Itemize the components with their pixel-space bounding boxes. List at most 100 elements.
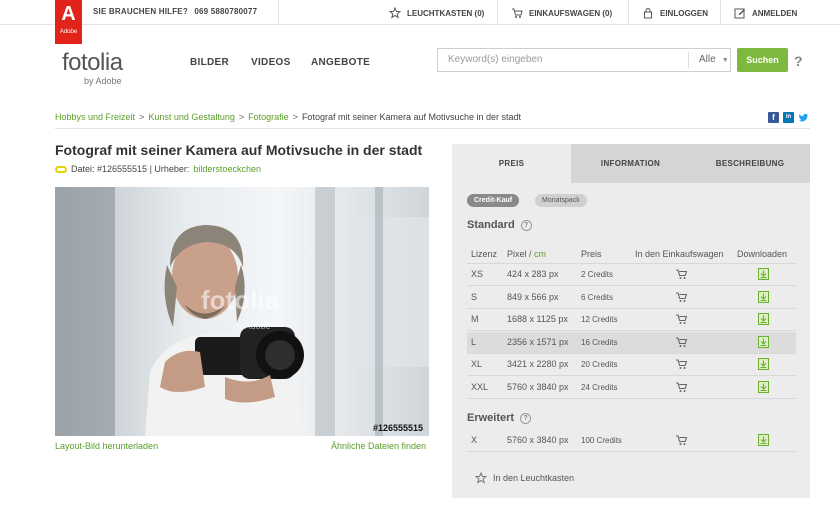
facebook-icon[interactable]: f bbox=[768, 112, 779, 123]
extended-section-title: Erweitert ? bbox=[467, 412, 532, 424]
lightbox-label: LEUCHTKASTEN (0) bbox=[407, 8, 485, 18]
row-license: M bbox=[471, 314, 479, 324]
search-input[interactable] bbox=[448, 54, 678, 65]
breadcrumb-item-hobbys[interactable]: Hobbys und Freizeit bbox=[55, 112, 135, 122]
register-link[interactable]: ANMELDEN bbox=[734, 7, 797, 19]
header-cart: In den Einkaufswagen bbox=[635, 249, 724, 259]
layout-download-link[interactable]: Layout-Bild herunterladen bbox=[55, 441, 158, 451]
standard-label: Standard bbox=[467, 219, 515, 231]
download-icon[interactable] bbox=[758, 313, 769, 325]
row-price: 16 Credits bbox=[581, 337, 618, 347]
pricing-row: X 5760 x 3840 px 100 Credits bbox=[467, 430, 796, 452]
brand-by: by Adobe bbox=[84, 76, 122, 86]
adobe-logo-letter: A bbox=[61, 3, 76, 25]
add-to-cart-icon[interactable] bbox=[675, 268, 688, 280]
pricing-row: M 1688 x 1125 px 12 Credits bbox=[467, 309, 796, 331]
extended-label: Erweitert bbox=[467, 412, 515, 424]
help-icon[interactable]: ? bbox=[520, 412, 532, 424]
edit-icon bbox=[734, 8, 745, 19]
help-line: SIE BRAUCHEN HILFE? 069 5880780077 bbox=[93, 7, 257, 16]
fotolia-logo[interactable]: fotolia by Adobe bbox=[62, 49, 123, 87]
row-price: 6 Credits bbox=[581, 292, 614, 302]
credit-kauf-pill[interactable]: Credit-Kauf bbox=[467, 194, 520, 207]
divider bbox=[497, 0, 498, 25]
row-size: 3421 x 2280 px bbox=[507, 359, 569, 369]
chevron-down-icon: ▼ bbox=[721, 57, 729, 64]
row-price: 24 Credits bbox=[581, 382, 618, 392]
cart-label: EINKAUFSWAGEN (0) bbox=[529, 8, 613, 18]
download-icon[interactable] bbox=[758, 290, 769, 303]
lightbox-link[interactable]: LEUCHTKASTEN (0) bbox=[389, 7, 484, 19]
add-to-cart-icon[interactable] bbox=[675, 336, 688, 348]
header-download: Downloaden bbox=[737, 249, 788, 259]
row-price: 2 Credits bbox=[581, 270, 614, 279]
nav-bilder[interactable]: BILDER bbox=[190, 57, 229, 68]
monatspack-pill[interactable]: Monatspack bbox=[535, 194, 587, 207]
similar-files-link[interactable]: Ähnliche Dateien finden bbox=[331, 441, 426, 451]
breadcrumb-item-kunst[interactable]: Kunst und Gestaltung bbox=[148, 112, 235, 122]
header-slash: / bbox=[526, 249, 535, 259]
tab-information[interactable]: INFORMATION bbox=[571, 144, 690, 183]
row-license: X bbox=[471, 435, 478, 445]
lightbox-link-label: In den Leuchtkasten bbox=[493, 473, 575, 483]
help-icon[interactable]: ? bbox=[794, 53, 803, 69]
nav-videos[interactable]: VIDEOS bbox=[251, 57, 291, 68]
download-icon[interactable] bbox=[758, 268, 769, 280]
tab-beschreibung[interactable]: BESCHREIBUNG bbox=[690, 144, 810, 183]
row-size: 1688 x 1125 px bbox=[507, 314, 568, 324]
row-size: 849 x 566 px bbox=[507, 291, 559, 302]
breadcrumb-item-fotografie[interactable]: Fotografie bbox=[248, 112, 289, 122]
download-icon[interactable] bbox=[758, 380, 769, 393]
row-license: XL bbox=[471, 359, 483, 369]
author-link[interactable]: bilderstoeckchen bbox=[193, 164, 261, 174]
row-size: 2356 x 1571 px bbox=[507, 336, 569, 347]
image-id: #126555515 bbox=[372, 423, 423, 433]
page-title: Fotograf mit seiner Kamera auf Motivsuch… bbox=[55, 142, 423, 158]
download-icon[interactable] bbox=[758, 434, 769, 446]
help-phone[interactable]: 069 5880780077 bbox=[194, 7, 257, 16]
pricing-row: L 2356 x 1571 px 16 Credits bbox=[467, 331, 796, 354]
add-to-cart-icon[interactable] bbox=[675, 291, 688, 303]
row-price: 12 Credits bbox=[581, 315, 618, 324]
help-icon[interactable]: ? bbox=[520, 219, 532, 231]
login-label: EINLOGGEN bbox=[660, 8, 709, 18]
add-to-cart-icon[interactable] bbox=[675, 434, 688, 446]
download-icon[interactable] bbox=[758, 358, 769, 370]
search-button[interactable]: Suchen bbox=[737, 48, 788, 72]
row-size: 5760 x 3840 px bbox=[507, 435, 569, 445]
add-to-cart-icon[interactable] bbox=[675, 313, 688, 325]
ring-icon bbox=[55, 165, 67, 173]
download-icon[interactable] bbox=[758, 335, 769, 348]
divider bbox=[628, 0, 629, 25]
twitter-icon[interactable] bbox=[798, 112, 809, 123]
row-license: XXL bbox=[471, 381, 489, 392]
star-icon bbox=[389, 7, 401, 19]
divider bbox=[278, 0, 279, 25]
cart-link[interactable]: EINKAUFSWAGEN (0) bbox=[511, 7, 612, 19]
pricing-panel: PREIS INFORMATION BESCHREIBUNG Credit-Ka… bbox=[452, 144, 810, 498]
brand-name: fotolia bbox=[62, 49, 123, 76]
add-to-cart-icon[interactable] bbox=[675, 381, 688, 393]
standard-section-title: Standard ? bbox=[467, 219, 532, 231]
nav-angebote[interactable]: ANGEBOTE bbox=[311, 57, 370, 68]
header-pixel-cm: Pixel / cm bbox=[507, 249, 546, 259]
search-filter-select[interactable]: Alle ▼ bbox=[688, 52, 730, 68]
adobe-logo[interactable]: A Adobe bbox=[55, 0, 82, 44]
linkedin-icon[interactable]: in bbox=[783, 112, 794, 123]
add-to-lightbox-link[interactable]: In den Leuchtkasten bbox=[475, 472, 574, 484]
preview-image[interactable]: fotolia by Adobe #126555515 bbox=[55, 187, 429, 436]
search-filter-value: Alle bbox=[699, 54, 716, 65]
header-license: Lizenz bbox=[471, 249, 498, 259]
header-cm-toggle[interactable]: cm bbox=[534, 249, 546, 259]
pricing-row: S 849 x 566 px 6 Credits bbox=[467, 287, 796, 309]
tab-preis[interactable]: PREIS bbox=[452, 144, 571, 183]
pricing-table-header: Lizenz Pixel / cm Preis In den Einkaufsw… bbox=[467, 246, 796, 264]
watermark-by: by Adobe bbox=[233, 321, 271, 331]
row-price: 100 Credits bbox=[581, 436, 622, 445]
pricing-row: XL 3421 x 2280 px 20 Credits bbox=[467, 354, 796, 376]
search-box: Alle ▼ bbox=[437, 48, 731, 72]
breadcrumb-separator: > bbox=[292, 112, 298, 122]
breadcrumb-separator: > bbox=[139, 112, 145, 122]
login-link[interactable]: EINLOGGEN bbox=[642, 7, 708, 19]
add-to-cart-icon[interactable] bbox=[675, 358, 688, 370]
